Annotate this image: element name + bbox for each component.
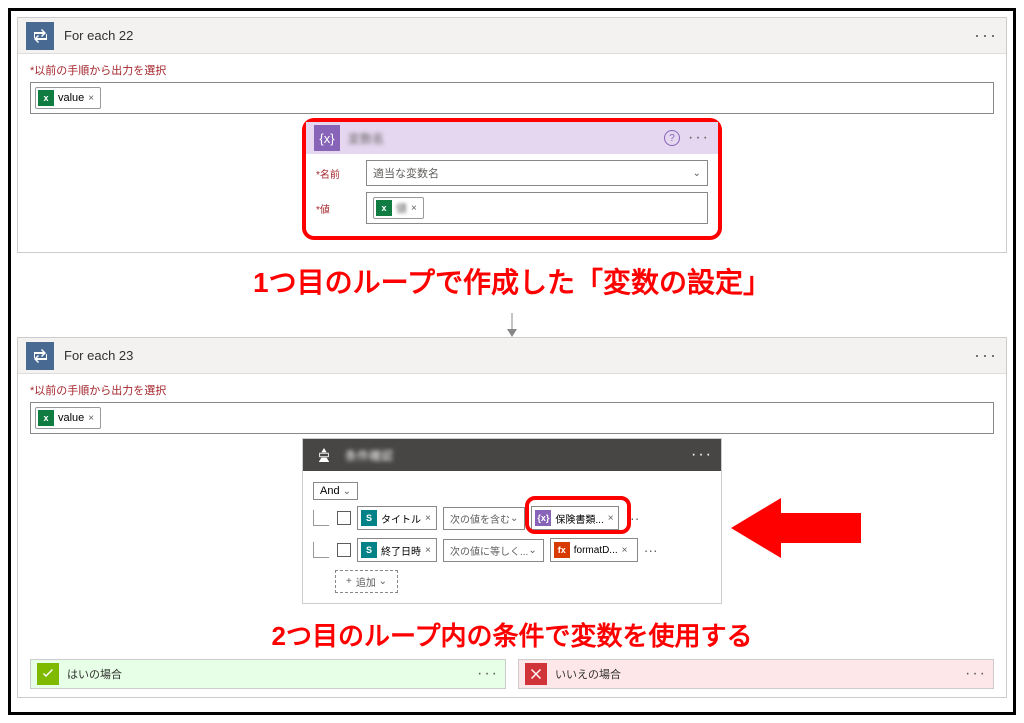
remove-token-icon[interactable]: × <box>425 513 431 524</box>
remove-token-icon[interactable]: × <box>425 545 431 556</box>
operator-select-1[interactable]: 次の値を含む⌄ <box>443 507 525 530</box>
loop1-field-label: *以前の手順から出力を選択 <box>30 62 994 78</box>
left-operand-2[interactable]: S 終了日時 × <box>357 538 437 562</box>
yes-title: はいの場合 <box>67 666 477 682</box>
right-operand-2[interactable]: fx formatD... × <box>550 538 638 562</box>
value-token[interactable]: x value × <box>35 87 101 109</box>
flow-arrow <box>17 313 1007 337</box>
remove-token-icon[interactable]: × <box>88 413 94 424</box>
no-title: いいえの場合 <box>555 666 965 682</box>
annotation-2: 2つ目のループ内の条件で変数を使用する <box>30 616 994 653</box>
yes-branch-header[interactable]: はいの場合 ··· <box>31 660 505 688</box>
chevron-down-icon: ⌄ <box>693 168 701 179</box>
loop2-output-input[interactable]: x value × <box>30 402 994 434</box>
condition-header[interactable]: 条件確認 ··· <box>303 439 721 471</box>
chevron-down-icon: ⌄ <box>379 576 387 587</box>
row-checkbox[interactable] <box>337 511 351 525</box>
no-branch: いいえの場合 ··· <box>518 659 994 689</box>
loop-icon <box>26 342 54 370</box>
no-menu[interactable]: ··· <box>965 665 987 683</box>
excel-icon: x <box>38 90 54 106</box>
loop1-output-input[interactable]: x value × <box>30 82 994 114</box>
foreach-loop-2: For each 23 ··· *以前の手順から出力を選択 x value × <box>17 337 1007 698</box>
condition-branches: はいの場合 ··· いいえの場合 ··· <box>30 659 994 689</box>
operator-select-2[interactable]: 次の値に等しく...⌄ <box>443 539 544 562</box>
tree-connector <box>313 542 329 558</box>
row-menu[interactable]: ··· <box>644 542 658 558</box>
loop2-header[interactable]: For each 23 ··· <box>18 338 1006 374</box>
variable-header[interactable]: {x} 変数名 ? ··· <box>306 122 718 154</box>
var-value-input[interactable]: x 値 × <box>366 192 708 224</box>
tree-connector <box>313 510 329 526</box>
loop1-menu[interactable]: ··· <box>974 25 998 46</box>
foreach-loop-1: For each 22 ··· *以前の手順から出力を選択 x value × … <box>17 17 1007 253</box>
yes-branch: はいの場合 ··· <box>30 659 506 689</box>
condition-icon <box>311 442 337 468</box>
variable-menu[interactable]: ··· <box>688 129 710 147</box>
condition-menu[interactable]: ··· <box>691 446 713 464</box>
variable-title: 変数名 <box>348 130 664 147</box>
var-name-select[interactable]: 適当な変数名 ⌄ <box>366 160 708 186</box>
callout-arrow <box>731 493 861 568</box>
and-or-select[interactable]: And ⌄ <box>313 482 358 500</box>
help-icon[interactable]: ? <box>664 130 680 146</box>
loop2-title: For each 23 <box>64 348 974 363</box>
excel-icon: x <box>376 200 392 216</box>
check-icon <box>37 663 59 685</box>
sharepoint-icon: S <box>361 542 377 558</box>
loop1-title: For each 22 <box>64 28 974 43</box>
left-operand-1[interactable]: S タイトル × <box>357 506 437 530</box>
add-condition-button[interactable]: +追加 ⌄ <box>335 570 398 593</box>
loop1-header[interactable]: For each 22 ··· <box>18 18 1006 54</box>
annotation-1: 1つ目のループで作成した「変数の設定」 <box>17 261 1007 301</box>
var-value-label: 値 <box>316 201 366 216</box>
set-variable-card: {x} 変数名 ? ··· 名前 適当な変数名 ⌄ <box>302 118 722 240</box>
value-token[interactable]: x 値 × <box>373 197 424 219</box>
loop2-field-label: *以前の手順から出力を選択 <box>30 382 994 398</box>
remove-token-icon[interactable]: × <box>88 93 94 104</box>
condition-row-1: S タイトル × 次の値を含む⌄ {x} 保険書類... <box>313 506 711 530</box>
remove-token-icon[interactable]: × <box>622 545 628 556</box>
loop2-menu[interactable]: ··· <box>974 345 998 366</box>
sharepoint-icon: S <box>361 510 377 526</box>
chevron-down-icon: ⌄ <box>528 545 536 556</box>
loop-icon <box>26 22 54 50</box>
chevron-down-icon: ⌄ <box>343 486 351 497</box>
no-branch-header[interactable]: いいえの場合 ··· <box>519 660 993 688</box>
row-checkbox[interactable] <box>337 543 351 557</box>
expression-icon: fx <box>554 542 570 558</box>
remove-token-icon[interactable]: × <box>411 203 417 214</box>
value-token[interactable]: x value × <box>35 407 101 429</box>
cross-icon <box>525 663 547 685</box>
highlight-annotation <box>525 496 631 534</box>
condition-card: 条件確認 ··· And ⌄ S タイトル <box>302 438 722 604</box>
variable-icon: {x} <box>314 125 340 151</box>
yes-menu[interactable]: ··· <box>477 665 499 683</box>
excel-icon: x <box>38 410 54 426</box>
var-name-label: 名前 <box>316 166 366 181</box>
condition-title: 条件確認 <box>345 447 691 464</box>
condition-row-2: S 終了日時 × 次の値に等しく...⌄ fx formatD... × <box>313 538 711 562</box>
chevron-down-icon: ⌄ <box>510 513 518 524</box>
